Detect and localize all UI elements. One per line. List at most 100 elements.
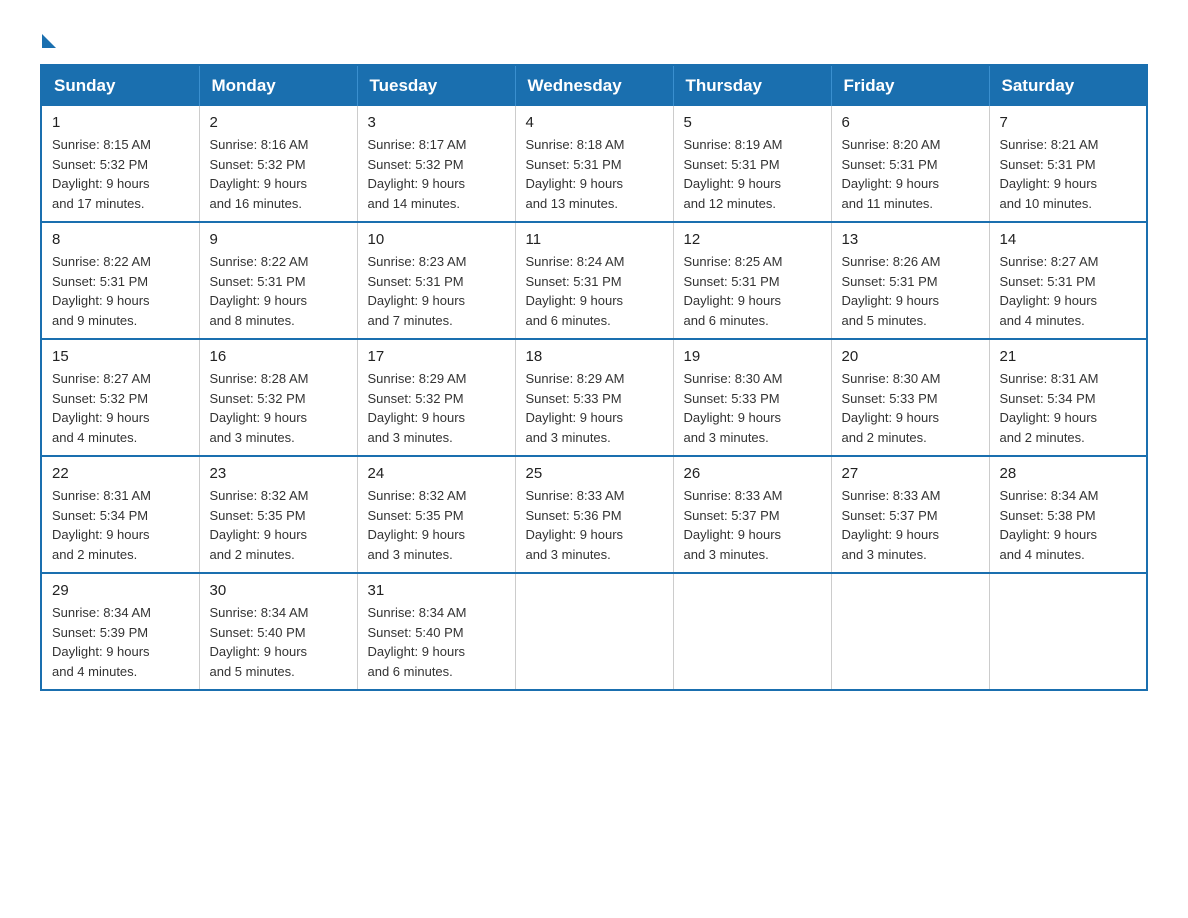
- day-info: Sunrise: 8:18 AM Sunset: 5:31 PM Dayligh…: [526, 135, 663, 213]
- day-number: 30: [210, 582, 347, 599]
- day-info: Sunrise: 8:34 AM Sunset: 5:40 PM Dayligh…: [368, 603, 505, 681]
- day-info: Sunrise: 8:21 AM Sunset: 5:31 PM Dayligh…: [1000, 135, 1137, 213]
- day-info: Sunrise: 8:17 AM Sunset: 5:32 PM Dayligh…: [368, 135, 505, 213]
- calendar-cell: [515, 573, 673, 690]
- day-number: 8: [52, 231, 189, 248]
- day-number: 27: [842, 465, 979, 482]
- calendar-cell: [831, 573, 989, 690]
- day-info: Sunrise: 8:27 AM Sunset: 5:31 PM Dayligh…: [1000, 252, 1137, 330]
- day-number: 28: [1000, 465, 1137, 482]
- day-number: 18: [526, 348, 663, 365]
- day-info: Sunrise: 8:33 AM Sunset: 5:37 PM Dayligh…: [842, 486, 979, 564]
- calendar-cell: 11 Sunrise: 8:24 AM Sunset: 5:31 PM Dayl…: [515, 222, 673, 339]
- day-number: 1: [52, 114, 189, 131]
- calendar-cell: 1 Sunrise: 8:15 AM Sunset: 5:32 PM Dayli…: [41, 106, 199, 222]
- calendar-cell: 25 Sunrise: 8:33 AM Sunset: 5:36 PM Dayl…: [515, 456, 673, 573]
- day-number: 24: [368, 465, 505, 482]
- day-number: 13: [842, 231, 979, 248]
- day-number: 11: [526, 231, 663, 248]
- calendar-cell: 24 Sunrise: 8:32 AM Sunset: 5:35 PM Dayl…: [357, 456, 515, 573]
- calendar-cell: 5 Sunrise: 8:19 AM Sunset: 5:31 PM Dayli…: [673, 106, 831, 222]
- col-header-sunday: Sunday: [41, 65, 199, 106]
- day-info: Sunrise: 8:22 AM Sunset: 5:31 PM Dayligh…: [210, 252, 347, 330]
- calendar-cell: 31 Sunrise: 8:34 AM Sunset: 5:40 PM Dayl…: [357, 573, 515, 690]
- day-number: 20: [842, 348, 979, 365]
- day-number: 10: [368, 231, 505, 248]
- calendar-table: SundayMondayTuesdayWednesdayThursdayFrid…: [40, 64, 1148, 691]
- day-number: 17: [368, 348, 505, 365]
- logo-icon: [40, 30, 56, 48]
- calendar-week-row: 22 Sunrise: 8:31 AM Sunset: 5:34 PM Dayl…: [41, 456, 1147, 573]
- col-header-friday: Friday: [831, 65, 989, 106]
- calendar-cell: 3 Sunrise: 8:17 AM Sunset: 5:32 PM Dayli…: [357, 106, 515, 222]
- calendar-cell: 29 Sunrise: 8:34 AM Sunset: 5:39 PM Dayl…: [41, 573, 199, 690]
- day-number: 5: [684, 114, 821, 131]
- day-info: Sunrise: 8:15 AM Sunset: 5:32 PM Dayligh…: [52, 135, 189, 213]
- day-number: 31: [368, 582, 505, 599]
- day-number: 4: [526, 114, 663, 131]
- day-info: Sunrise: 8:34 AM Sunset: 5:40 PM Dayligh…: [210, 603, 347, 681]
- day-info: Sunrise: 8:31 AM Sunset: 5:34 PM Dayligh…: [1000, 369, 1137, 447]
- day-info: Sunrise: 8:19 AM Sunset: 5:31 PM Dayligh…: [684, 135, 821, 213]
- calendar-cell: 28 Sunrise: 8:34 AM Sunset: 5:38 PM Dayl…: [989, 456, 1147, 573]
- day-info: Sunrise: 8:30 AM Sunset: 5:33 PM Dayligh…: [842, 369, 979, 447]
- day-number: 26: [684, 465, 821, 482]
- calendar-cell: 17 Sunrise: 8:29 AM Sunset: 5:32 PM Dayl…: [357, 339, 515, 456]
- logo: [40, 30, 56, 44]
- day-number: 21: [1000, 348, 1137, 365]
- calendar-cell: 23 Sunrise: 8:32 AM Sunset: 5:35 PM Dayl…: [199, 456, 357, 573]
- day-info: Sunrise: 8:32 AM Sunset: 5:35 PM Dayligh…: [210, 486, 347, 564]
- calendar-cell: 27 Sunrise: 8:33 AM Sunset: 5:37 PM Dayl…: [831, 456, 989, 573]
- calendar-cell: 8 Sunrise: 8:22 AM Sunset: 5:31 PM Dayli…: [41, 222, 199, 339]
- day-info: Sunrise: 8:23 AM Sunset: 5:31 PM Dayligh…: [368, 252, 505, 330]
- day-info: Sunrise: 8:29 AM Sunset: 5:33 PM Dayligh…: [526, 369, 663, 447]
- day-info: Sunrise: 8:34 AM Sunset: 5:39 PM Dayligh…: [52, 603, 189, 681]
- day-info: Sunrise: 8:24 AM Sunset: 5:31 PM Dayligh…: [526, 252, 663, 330]
- day-info: Sunrise: 8:32 AM Sunset: 5:35 PM Dayligh…: [368, 486, 505, 564]
- day-number: 12: [684, 231, 821, 248]
- col-header-saturday: Saturday: [989, 65, 1147, 106]
- calendar-cell: [989, 573, 1147, 690]
- day-info: Sunrise: 8:29 AM Sunset: 5:32 PM Dayligh…: [368, 369, 505, 447]
- day-number: 29: [52, 582, 189, 599]
- calendar-header-row: SundayMondayTuesdayWednesdayThursdayFrid…: [41, 65, 1147, 106]
- day-info: Sunrise: 8:16 AM Sunset: 5:32 PM Dayligh…: [210, 135, 347, 213]
- calendar-cell: 15 Sunrise: 8:27 AM Sunset: 5:32 PM Dayl…: [41, 339, 199, 456]
- calendar-cell: 4 Sunrise: 8:18 AM Sunset: 5:31 PM Dayli…: [515, 106, 673, 222]
- day-info: Sunrise: 8:33 AM Sunset: 5:36 PM Dayligh…: [526, 486, 663, 564]
- day-info: Sunrise: 8:25 AM Sunset: 5:31 PM Dayligh…: [684, 252, 821, 330]
- calendar-week-row: 15 Sunrise: 8:27 AM Sunset: 5:32 PM Dayl…: [41, 339, 1147, 456]
- day-number: 14: [1000, 231, 1137, 248]
- day-info: Sunrise: 8:34 AM Sunset: 5:38 PM Dayligh…: [1000, 486, 1137, 564]
- day-info: Sunrise: 8:31 AM Sunset: 5:34 PM Dayligh…: [52, 486, 189, 564]
- calendar-cell: 10 Sunrise: 8:23 AM Sunset: 5:31 PM Dayl…: [357, 222, 515, 339]
- day-number: 6: [842, 114, 979, 131]
- calendar-cell: 16 Sunrise: 8:28 AM Sunset: 5:32 PM Dayl…: [199, 339, 357, 456]
- calendar-cell: 20 Sunrise: 8:30 AM Sunset: 5:33 PM Dayl…: [831, 339, 989, 456]
- day-info: Sunrise: 8:22 AM Sunset: 5:31 PM Dayligh…: [52, 252, 189, 330]
- calendar-cell: 6 Sunrise: 8:20 AM Sunset: 5:31 PM Dayli…: [831, 106, 989, 222]
- col-header-tuesday: Tuesday: [357, 65, 515, 106]
- day-number: 16: [210, 348, 347, 365]
- day-info: Sunrise: 8:27 AM Sunset: 5:32 PM Dayligh…: [52, 369, 189, 447]
- day-number: 7: [1000, 114, 1137, 131]
- col-header-wednesday: Wednesday: [515, 65, 673, 106]
- day-info: Sunrise: 8:26 AM Sunset: 5:31 PM Dayligh…: [842, 252, 979, 330]
- calendar-cell: 13 Sunrise: 8:26 AM Sunset: 5:31 PM Dayl…: [831, 222, 989, 339]
- day-number: 2: [210, 114, 347, 131]
- day-number: 9: [210, 231, 347, 248]
- calendar-cell: 2 Sunrise: 8:16 AM Sunset: 5:32 PM Dayli…: [199, 106, 357, 222]
- calendar-cell: 7 Sunrise: 8:21 AM Sunset: 5:31 PM Dayli…: [989, 106, 1147, 222]
- day-number: 3: [368, 114, 505, 131]
- day-number: 22: [52, 465, 189, 482]
- day-info: Sunrise: 8:28 AM Sunset: 5:32 PM Dayligh…: [210, 369, 347, 447]
- calendar-cell: 26 Sunrise: 8:33 AM Sunset: 5:37 PM Dayl…: [673, 456, 831, 573]
- calendar-week-row: 29 Sunrise: 8:34 AM Sunset: 5:39 PM Dayl…: [41, 573, 1147, 690]
- calendar-cell: 12 Sunrise: 8:25 AM Sunset: 5:31 PM Dayl…: [673, 222, 831, 339]
- col-header-monday: Monday: [199, 65, 357, 106]
- calendar-cell: 9 Sunrise: 8:22 AM Sunset: 5:31 PM Dayli…: [199, 222, 357, 339]
- calendar-cell: 21 Sunrise: 8:31 AM Sunset: 5:34 PM Dayl…: [989, 339, 1147, 456]
- day-number: 15: [52, 348, 189, 365]
- page-header: [40, 30, 1148, 44]
- col-header-thursday: Thursday: [673, 65, 831, 106]
